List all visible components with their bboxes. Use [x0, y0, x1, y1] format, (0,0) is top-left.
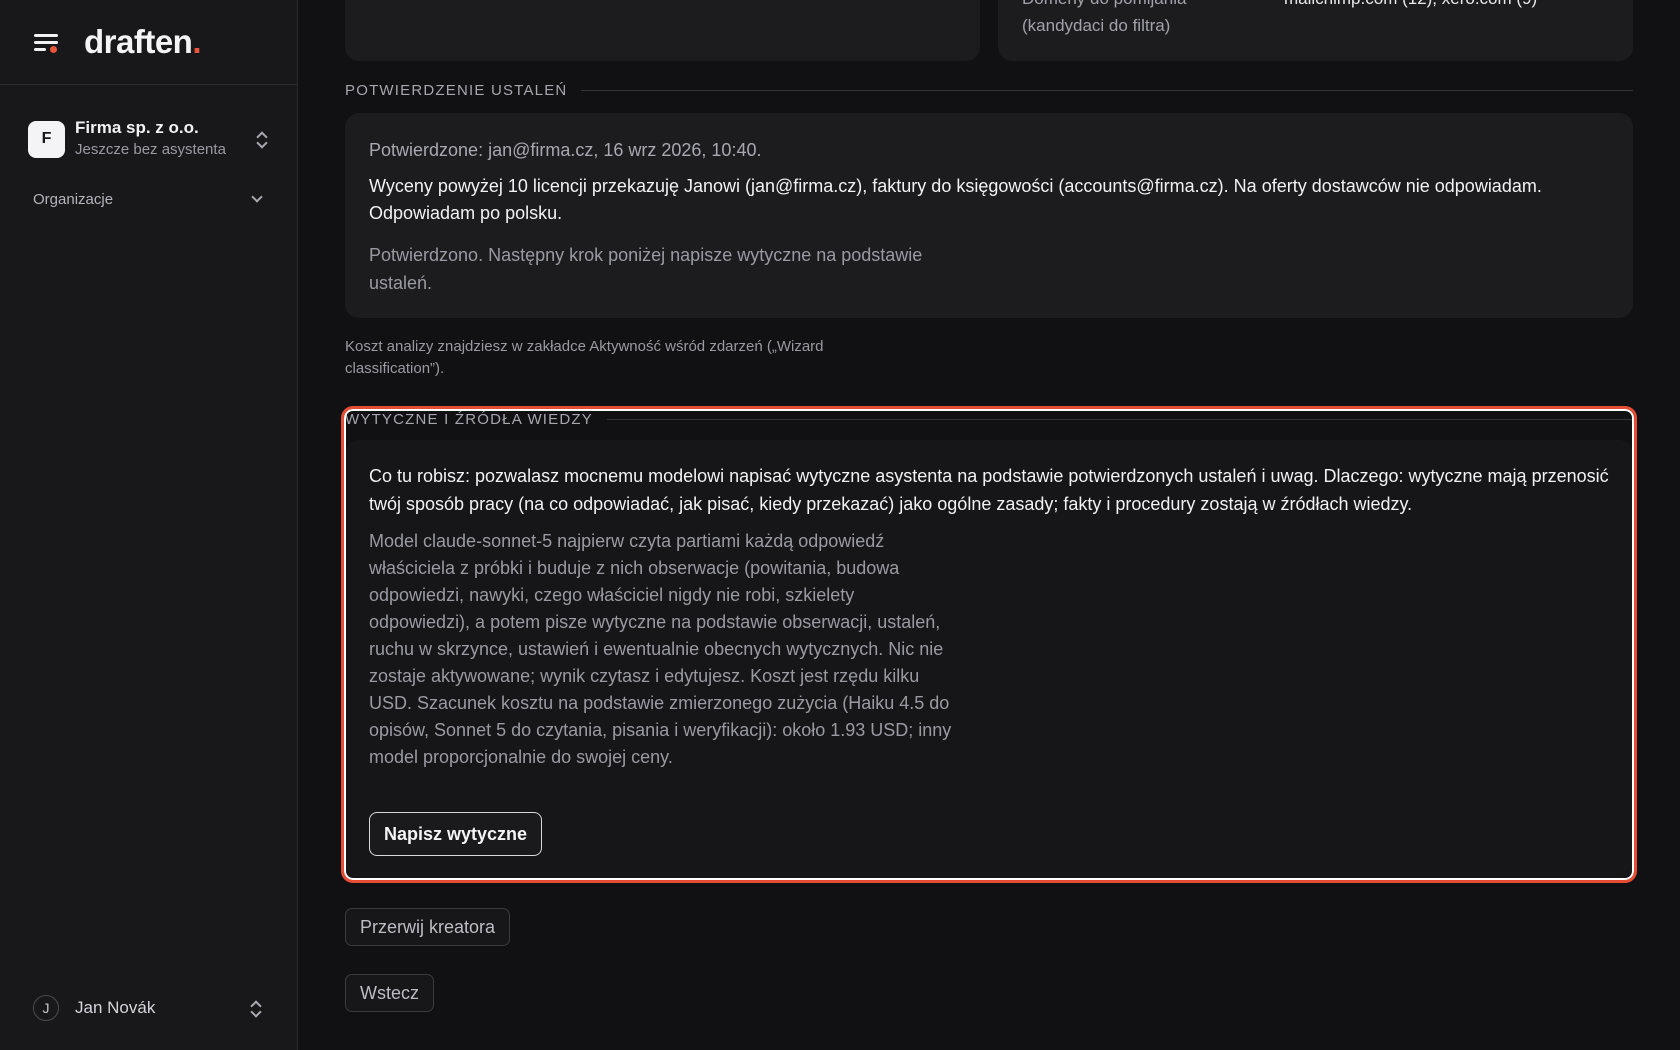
sidebar: draften. F Firma sp. z o.o. Jeszcze bez …: [0, 0, 298, 1050]
sidebar-item-organizations[interactable]: Organizacje: [33, 188, 263, 210]
brand-header: draften.: [0, 0, 297, 85]
chevron-updown-icon: [249, 998, 263, 1018]
confirmation-section-title: Potwierdzenie ustaleń: [345, 82, 1633, 99]
abort-wizard-button[interactable]: Przerwij kreatora: [345, 908, 511, 946]
org-name: Firma sp. z o.o.: [75, 118, 199, 137]
chevron-down-icon: [251, 191, 263, 203]
summary-card-left: [345, 0, 980, 61]
skip-domains-value: mailchimp.com (12), xero.com (9): [1284, 0, 1537, 12]
avatar: J: [33, 995, 59, 1021]
guidelines-card: Co tu robisz: pozwalasz mocnemu modelowi…: [345, 440, 1633, 880]
user-name: Jan Novák: [75, 998, 156, 1017]
skip-domains-label: Domeny do pomijania (kandydaci do filtra…: [1022, 0, 1186, 35]
org-switcher[interactable]: F Firma sp. z o.o. Jeszcze bez asystenta: [0, 116, 297, 162]
guidelines-intro: Co tu robisz: pozwalasz mocnemu modelowi…: [369, 466, 1609, 514]
summary-card-right: Domeny do pomijania (kandydaci do filtra…: [998, 0, 1633, 61]
write-guidelines-button[interactable]: Napisz wytyczne: [369, 812, 543, 856]
cost-note: Koszt analizy znajdziesz w zakładce Akty…: [345, 338, 824, 377]
guidelines-section-title: Wytyczne i źródła wiedzy: [345, 411, 1633, 428]
menu-icon[interactable]: [32, 29, 62, 55]
back-button[interactable]: Wstecz: [345, 974, 435, 1012]
org-subtitle: Jeszcze bez asystenta: [75, 141, 226, 158]
logo[interactable]: draften.: [84, 23, 201, 61]
sidebar-item-label: Organizacje: [33, 190, 114, 208]
confirmation-body: Wyceny powyżej 10 licencji przekazuję Ja…: [369, 176, 1542, 223]
confirmation-meta: Potwierdzone: jan@firma.cz, 16 wrz 2026,…: [369, 140, 762, 160]
user-menu[interactable]: J Jan Novák: [33, 994, 263, 1022]
confirmation-note: Potwierdzono. Następny krok poniżej napi…: [369, 245, 923, 293]
chevron-updown-icon: [255, 129, 269, 149]
confirmation-card: Potwierdzone: jan@firma.cz, 16 wrz 2026,…: [345, 113, 1633, 318]
org-avatar: F: [28, 120, 65, 158]
guidelines-description: Model claude-sonnet-5 najpierw czyta par…: [369, 531, 952, 767]
